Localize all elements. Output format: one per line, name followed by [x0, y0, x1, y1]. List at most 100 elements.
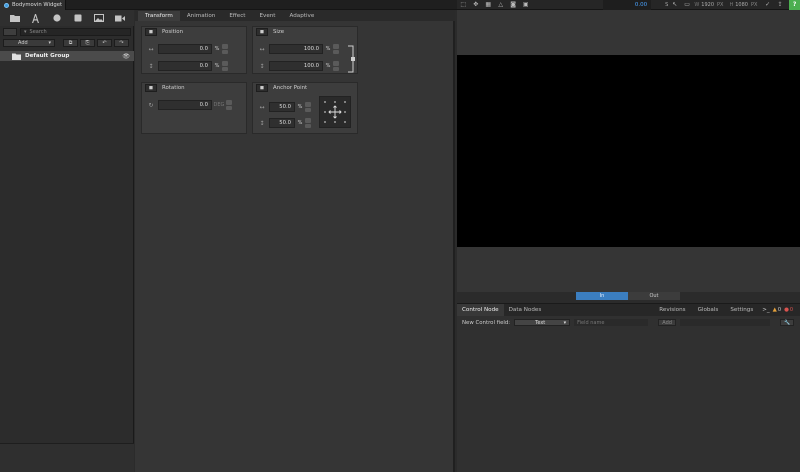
keyframe-icon[interactable]: ◼ [256, 84, 268, 92]
size-width-field: ↔ 100.0 % [255, 43, 339, 55]
rotation-unit: DEG [213, 102, 225, 108]
monitor-icon[interactable]: ▭ [681, 0, 693, 10]
app-tab[interactable]: Bodymovin Widget [0, 0, 66, 10]
anchor-y-stepper[interactable] [305, 118, 311, 128]
perspective-icon[interactable]: △ [494, 0, 506, 10]
copy-icon[interactable]: ⧉ [63, 39, 78, 47]
keyframe-icon[interactable]: ◼ [145, 84, 157, 92]
square-icon[interactable] [71, 12, 85, 24]
position-y-stepper[interactable] [222, 61, 228, 71]
export-icon[interactable]: ▣ [519, 0, 531, 10]
video-icon[interactable] [113, 12, 127, 24]
add-field-button[interactable]: Add [658, 319, 677, 326]
size-height-field: ↕ 100.0 % [255, 60, 339, 72]
properties-panel: Transform Animation Effect Event Adaptiv… [135, 10, 455, 472]
image-icon[interactable] [92, 12, 106, 24]
preview-stage[interactable] [457, 55, 800, 247]
tab-data-nodes[interactable]: Data Nodes [504, 304, 547, 316]
in-button[interactable]: In [576, 292, 628, 300]
anchor-x-stepper[interactable] [305, 102, 311, 112]
width-value[interactable]: 1920 [701, 2, 714, 8]
size-width-stepper[interactable] [333, 44, 339, 54]
list-view-button[interactable] [3, 27, 17, 36]
funnel-icon: ▾ [24, 28, 27, 35]
folder-icon[interactable] [8, 12, 22, 24]
layer-type-toolbar [0, 10, 134, 26]
undo-icon[interactable]: ↶ [97, 39, 112, 47]
wrench-icon[interactable]: 🔧 [780, 319, 795, 326]
keyframe-icon[interactable]: ◼ [145, 28, 157, 36]
rotation-field: ↻ 0.0 DEG [144, 99, 232, 111]
layer-group-row[interactable]: Default Group 👁 [0, 51, 134, 61]
link-ratio-icon[interactable] [347, 45, 357, 73]
paste-icon[interactable]: ⎘ [80, 39, 95, 47]
chevron-down-icon: ▾ [563, 319, 567, 326]
rotation-input[interactable]: 0.0 [158, 100, 212, 110]
size-card: ◼ Size ↔ 100.0 % ↕ 100.0 % [252, 26, 358, 74]
console-icon[interactable]: >_ [762, 307, 769, 313]
tab-adaptive[interactable]: Adaptive [283, 11, 322, 21]
help-icon[interactable]: ? [789, 0, 800, 10]
rotation-title: Rotation [162, 85, 185, 91]
tab-globals[interactable]: Globals [693, 304, 724, 316]
left-footer [0, 443, 134, 472]
circle-icon[interactable] [50, 12, 64, 24]
tab-control-node[interactable]: Control Node [457, 304, 504, 316]
field-name-input[interactable]: Field name [574, 319, 649, 326]
anchor-x-input[interactable]: 50.0 [269, 102, 295, 112]
position-x-icon: ↔ [148, 45, 154, 53]
add-layer-select[interactable]: Add ▾ [3, 39, 55, 47]
search-placeholder: Search [29, 28, 47, 35]
preview-viewport [457, 10, 800, 293]
time-value: 0.00 [634, 1, 648, 8]
cursor-icon[interactable]: ↖ [668, 0, 680, 10]
text-icon[interactable] [29, 12, 43, 24]
rotation-stepper[interactable] [226, 100, 232, 110]
width-label: W [694, 1, 700, 8]
search-row: ▾ Search [0, 26, 134, 37]
position-y-input[interactable]: 0.0 [158, 61, 212, 71]
camera-icon[interactable]: ◙ [507, 0, 519, 10]
height-value[interactable]: 1080 [735, 2, 748, 8]
field-name-placeholder: Field name [577, 319, 605, 326]
out-button[interactable]: Out [628, 292, 680, 300]
move-icon[interactable]: ✥ [469, 0, 481, 10]
frame-icon[interactable]: ⬚ [457, 0, 469, 10]
add-layer-label: Add [18, 40, 28, 46]
in-out-toggle: In Out [457, 292, 800, 302]
new-field-label: New Control field: [462, 319, 511, 326]
tab-effect[interactable]: Effect [222, 11, 252, 21]
anchor-grid-picker[interactable] [319, 96, 351, 128]
anchor-card-header: ◼ Anchor Point [253, 83, 357, 93]
position-x-input[interactable]: 0.0 [158, 44, 212, 54]
size-card-header: ◼ Size [253, 27, 357, 37]
tab-settings[interactable]: Settings [725, 304, 758, 316]
anchor-y-input[interactable]: 50.0 [269, 118, 295, 128]
anchor-title: Anchor Point [273, 85, 308, 91]
size-height-stepper[interactable] [333, 61, 339, 71]
position-x-stepper[interactable] [222, 44, 228, 54]
grid-icon[interactable]: ▦ [482, 0, 494, 10]
size-width-input[interactable]: 100.0 [269, 44, 323, 54]
tab-event[interactable]: Event [252, 11, 282, 21]
field-type-select[interactable]: Text ▾ [514, 319, 571, 326]
check-icon[interactable]: ✓ [761, 0, 773, 10]
tab-animation[interactable]: Animation [180, 11, 223, 21]
size-height-input[interactable]: 100.0 [269, 61, 323, 71]
search-input[interactable]: ▾ Search [20, 27, 131, 36]
node-tabs: Control Node Data Nodes Revisions Global… [457, 304, 800, 316]
layer-actions: Add ▾ ⧉ ⎘ ↶ ↷ [0, 38, 134, 48]
time-display[interactable]: 0.00 [602, 0, 652, 10]
rotate-icon: ↻ [148, 101, 154, 109]
keyframe-icon[interactable]: ◼ [256, 28, 268, 36]
anchor-y-field: ↕ 50.0 % [255, 117, 311, 129]
app-title: Bodymovin Widget [12, 2, 63, 8]
field-value-area [680, 319, 771, 326]
warning-icon: ▲ [772, 307, 777, 313]
share-icon[interactable]: ⇪ [774, 0, 786, 10]
warning-count: 0 [777, 307, 782, 313]
redo-icon[interactable]: ↷ [114, 39, 129, 47]
eye-icon[interactable]: 👁 [122, 53, 130, 60]
tab-transform[interactable]: Transform [138, 11, 180, 21]
tab-revisions[interactable]: Revisions [654, 304, 690, 316]
